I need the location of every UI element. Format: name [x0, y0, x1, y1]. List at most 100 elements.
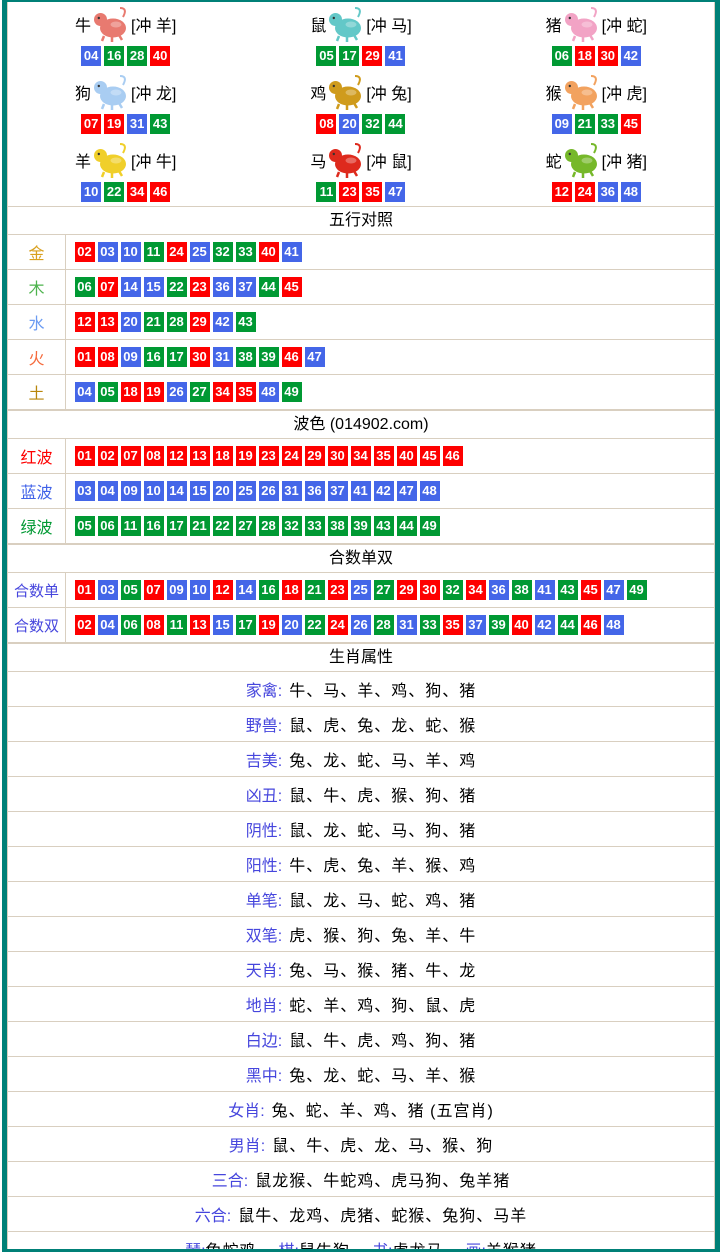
zodiac-cell-ox: 牛[冲 羊]04162840: [8, 2, 243, 70]
number-ball: 28: [127, 46, 147, 66]
number-ball: 02: [75, 615, 95, 635]
number-ball: 40: [397, 446, 417, 466]
number-ball: 48: [420, 481, 440, 501]
number-ball: 47: [604, 580, 624, 600]
number-ball: 31: [282, 481, 302, 501]
number-ball: 22: [213, 516, 233, 536]
number-ball: 06: [98, 516, 118, 536]
shengxiao-list: 家禽:牛、马、羊、鸡、狗、猪野兽:鼠、虎、兔、龙、蛇、猴吉美:兔、龙、蛇、马、羊…: [8, 672, 714, 1249]
number-ball: 07: [98, 277, 118, 297]
number-ball: 32: [362, 114, 382, 134]
number-ball: 42: [535, 615, 555, 635]
wuxing-numbers-fire: 0108091617303138394647: [66, 340, 714, 374]
wuxing-table: 金02031011242532334041木060714152223363744…: [8, 235, 714, 410]
shengxiao-label-single-stroke: 单笔:: [246, 887, 282, 911]
number-ball: 47: [305, 347, 325, 367]
footer-value-qin: 兔蛇鸡: [206, 1243, 257, 1249]
number-ball: 32: [443, 580, 463, 600]
rooster-icon: [327, 74, 365, 110]
number-ball: 13: [190, 615, 210, 635]
zodiac-title-snake: 蛇[冲 猪]: [479, 138, 714, 182]
number-ball: 27: [190, 382, 210, 402]
number-ball: 28: [374, 615, 394, 635]
number-ball: 34: [213, 382, 233, 402]
number-ball: 47: [397, 481, 417, 501]
zodiac-cell-rat: 鼠[冲 马]05172941: [243, 2, 478, 70]
zodiac-clash: [冲 猪]: [602, 148, 647, 172]
zodiac-clash: [冲 兔]: [366, 80, 411, 104]
bose-row-blue-wave: 蓝波03040910141520252631363741424748: [8, 474, 714, 509]
number-ball: 07: [81, 114, 101, 134]
wuxing-numbers-earth: 04051819262734354849: [66, 375, 714, 409]
number-ball: 40: [259, 242, 279, 262]
number-ball: 26: [351, 615, 371, 635]
number-ball: 21: [575, 114, 595, 134]
number-ball: 36: [213, 277, 233, 297]
number-ball: 09: [167, 580, 187, 600]
number-ball: 05: [75, 516, 95, 536]
number-ball: 42: [374, 481, 394, 501]
shengxiao-label-ugly: 凶丑:: [246, 782, 282, 806]
number-ball: 35: [443, 615, 463, 635]
number-ball: 38: [236, 347, 256, 367]
number-ball: 15: [144, 277, 164, 297]
number-ball: 25: [190, 242, 210, 262]
zodiac-name: 马: [310, 148, 326, 172]
shengxiao-footer-row: 琴:兔蛇鸡棋:鼠牛狗书:虎龙马画:羊猴猪: [8, 1232, 714, 1249]
footer-value-shu: 虎龙马: [392, 1243, 443, 1249]
number-ball: 04: [98, 481, 118, 501]
number-ball: 46: [443, 446, 463, 466]
number-ball: 25: [351, 580, 371, 600]
wuxing-numbers-wood: 06071415222336374445: [66, 270, 714, 304]
shengxiao-row-fowl: 家禽:牛、马、羊、鸡、狗、猪: [8, 672, 714, 707]
number-ball: 43: [150, 114, 170, 134]
shengxiao-value-lucky: 兔、龙、蛇、马、羊、鸡: [289, 747, 476, 771]
number-ball: 49: [282, 382, 302, 402]
footer-label-shu: 书:: [372, 1243, 392, 1249]
zodiac-numbers: 04162840: [8, 46, 243, 70]
number-ball: 46: [282, 347, 302, 367]
number-ball: 19: [259, 615, 279, 635]
number-ball: 35: [374, 446, 394, 466]
shengxiao-value-yang: 牛、虎、兔、羊、猴、鸡: [289, 852, 476, 876]
wuxing-row-gold: 金02031011242532334041: [8, 235, 714, 270]
number-ball: 31: [127, 114, 147, 134]
zodiac-numbers: 06183042: [479, 46, 714, 70]
number-ball: 12: [552, 182, 572, 202]
shengxiao-label-six-harmony: 六合:: [195, 1202, 231, 1226]
number-ball: 44: [558, 615, 578, 635]
zodiac-clash: [冲 羊]: [131, 12, 176, 36]
zodiac-title-ox: 牛[冲 羊]: [8, 2, 243, 46]
number-ball: 49: [627, 580, 647, 600]
shengxiao-label-black-middle: 黑中:: [246, 1062, 282, 1086]
number-ball: 45: [420, 446, 440, 466]
number-ball: 27: [374, 580, 394, 600]
number-ball: 27: [236, 516, 256, 536]
zodiac-title-pig: 猪[冲 蛇]: [479, 2, 714, 46]
shengxiao-label-beast: 野兽:: [246, 712, 282, 736]
number-ball: 29: [305, 446, 325, 466]
shengxiao-row-female: 女肖:兔、蛇、羊、鸡、猪 (五宫肖): [8, 1092, 714, 1127]
number-ball: 28: [167, 312, 187, 332]
number-ball: 30: [190, 347, 210, 367]
wuxing-label-water: 水: [8, 305, 66, 339]
number-ball: 21: [144, 312, 164, 332]
shengxiao-label-white-edge: 白边:: [246, 1027, 282, 1051]
number-ball: 47: [385, 182, 405, 202]
footer-value-hua: 羊猴猪: [486, 1243, 537, 1249]
number-ball: 14: [121, 277, 141, 297]
number-ball: 33: [598, 114, 618, 134]
zodiac-name: 猪: [546, 12, 562, 36]
shengxiao-value-female: 兔、蛇、羊、鸡、猪 (五宫肖): [272, 1097, 494, 1121]
zodiac-cell-pig: 猪[冲 蛇]06183042: [479, 2, 714, 70]
zodiac-numbers: 11233547: [243, 182, 478, 206]
heshu-numbers-sum-even: 0204060811131517192022242628313335373940…: [66, 608, 714, 642]
shengxiao-row-white-edge: 白边:鼠、牛、虎、鸡、狗、猪: [8, 1022, 714, 1057]
shengxiao-value-black-middle: 兔、龙、蛇、马、羊、猴: [289, 1062, 476, 1086]
number-ball: 23: [328, 580, 348, 600]
number-ball: 28: [259, 516, 279, 536]
shengxiao-label-sky: 天肖:: [246, 957, 282, 981]
wuxing-numbers-water: 1213202128294243: [66, 305, 714, 339]
number-ball: 38: [512, 580, 532, 600]
number-ball: 37: [236, 277, 256, 297]
